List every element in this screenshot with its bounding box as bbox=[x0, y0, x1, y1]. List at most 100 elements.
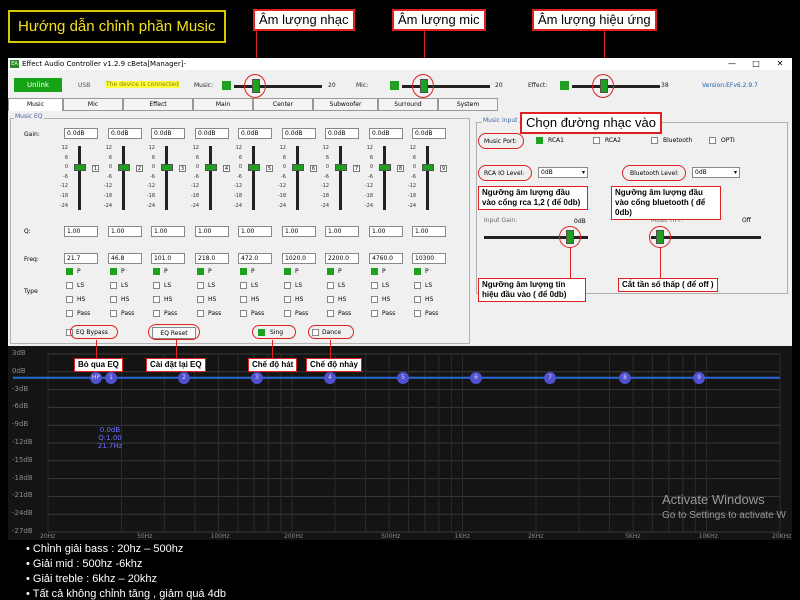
band-gain-fader-thumb[interactable] bbox=[335, 164, 347, 171]
band-q-field[interactable]: 1.00 bbox=[282, 226, 316, 237]
band-q-field[interactable]: 1.00 bbox=[238, 226, 272, 237]
tab-music[interactable]: Music bbox=[8, 98, 63, 111]
band-type-p-checkbox[interactable] bbox=[327, 268, 334, 275]
band-gain-field[interactable]: 0.0dB bbox=[64, 128, 98, 139]
band-type-p-checkbox[interactable] bbox=[110, 268, 117, 275]
tab-subwoofer[interactable]: Subwoofer bbox=[313, 98, 378, 111]
band-type-ls-checkbox[interactable] bbox=[414, 282, 421, 289]
band-q-field[interactable]: 1.00 bbox=[64, 226, 98, 237]
band-type-hs-checkbox[interactable] bbox=[240, 296, 247, 303]
unlink-button[interactable]: Unlink bbox=[14, 78, 62, 92]
eq-node-5[interactable]: 5 bbox=[397, 371, 409, 384]
band-type-ls-checkbox[interactable] bbox=[110, 282, 117, 289]
tab-system[interactable]: System bbox=[438, 98, 498, 111]
tab-mic[interactable]: Mic bbox=[63, 98, 123, 111]
band-freq-field[interactable]: 21.7 bbox=[64, 253, 98, 264]
band-type-pass-checkbox[interactable] bbox=[66, 310, 73, 317]
band-type-ls-checkbox[interactable] bbox=[153, 282, 160, 289]
band-type-ls-checkbox[interactable] bbox=[327, 282, 334, 289]
port-rca1-checkbox[interactable] bbox=[536, 137, 543, 144]
band-q-field[interactable]: 1.00 bbox=[195, 226, 229, 237]
band-type-p-checkbox[interactable] bbox=[240, 268, 247, 275]
band-gain-field[interactable]: 0.0dB bbox=[325, 128, 359, 139]
band-type-ls-checkbox[interactable] bbox=[284, 282, 291, 289]
band-gain-field[interactable]: 0.0dB bbox=[238, 128, 272, 139]
close-button[interactable]: ✕ bbox=[768, 58, 792, 70]
eq-node-3[interactable]: 3 bbox=[251, 371, 263, 384]
band-q-field[interactable]: 1.00 bbox=[108, 226, 142, 237]
band-gain-fader[interactable] bbox=[122, 146, 125, 210]
band-freq-field[interactable]: 4760.0 bbox=[369, 253, 403, 264]
band-gain-fader[interactable] bbox=[296, 146, 299, 210]
band-type-pass-checkbox[interactable] bbox=[110, 310, 117, 317]
band-gain-fader[interactable] bbox=[252, 146, 255, 210]
minimize-button[interactable]: — bbox=[720, 58, 744, 70]
band-gain-fader-thumb[interactable] bbox=[248, 164, 260, 171]
band-type-pass-checkbox[interactable] bbox=[371, 310, 378, 317]
band-type-p-checkbox[interactable] bbox=[284, 268, 291, 275]
band-freq-field[interactable]: 46.8 bbox=[108, 253, 142, 264]
band-type-pass-checkbox[interactable] bbox=[414, 310, 421, 317]
band-type-p-checkbox[interactable] bbox=[414, 268, 421, 275]
port-opti-checkbox[interactable] bbox=[709, 137, 716, 144]
band-type-pass-checkbox[interactable] bbox=[153, 310, 160, 317]
band-type-ls-checkbox[interactable] bbox=[66, 282, 73, 289]
band-gain-fader-thumb[interactable] bbox=[161, 164, 173, 171]
band-freq-field[interactable]: 10300 bbox=[412, 253, 446, 264]
eq-node-6[interactable]: 6 bbox=[470, 371, 482, 384]
band-type-hs-checkbox[interactable] bbox=[284, 296, 291, 303]
band-gain-fader[interactable] bbox=[165, 146, 168, 210]
band-type-p-checkbox[interactable] bbox=[153, 268, 160, 275]
band-gain-fader-thumb[interactable] bbox=[379, 164, 391, 171]
band-type-hs-checkbox[interactable] bbox=[66, 296, 73, 303]
band-type-p-checkbox[interactable] bbox=[371, 268, 378, 275]
band-type-hs-checkbox[interactable] bbox=[197, 296, 204, 303]
band-type-p-checkbox[interactable] bbox=[197, 268, 204, 275]
band-gain-fader-thumb[interactable] bbox=[74, 164, 86, 171]
band-freq-field[interactable]: 2200.0 bbox=[325, 253, 359, 264]
band-gain-field[interactable]: 0.0dB bbox=[369, 128, 403, 139]
port-bluetooth-checkbox[interactable] bbox=[651, 137, 658, 144]
band-type-pass-checkbox[interactable] bbox=[197, 310, 204, 317]
band-type-ls-checkbox[interactable] bbox=[197, 282, 204, 289]
band-type-hs-checkbox[interactable] bbox=[110, 296, 117, 303]
tab-surround[interactable]: Surround bbox=[378, 98, 438, 111]
band-type-ls-checkbox[interactable] bbox=[240, 282, 247, 289]
band-gain-field[interactable]: 0.0dB bbox=[282, 128, 316, 139]
band-gain-field[interactable]: 0.0dB bbox=[151, 128, 185, 139]
band-type-hs-checkbox[interactable] bbox=[371, 296, 378, 303]
eq-node-hp[interactable]: HP bbox=[90, 371, 102, 384]
tab-main[interactable]: Main bbox=[193, 98, 253, 111]
band-gain-fader-thumb[interactable] bbox=[422, 164, 434, 171]
port-rca2-checkbox[interactable] bbox=[593, 137, 600, 144]
band-gain-fader-thumb[interactable] bbox=[292, 164, 304, 171]
band-gain-fader-thumb[interactable] bbox=[118, 164, 130, 171]
tab-effect[interactable]: Effect bbox=[123, 98, 193, 111]
band-type-pass-checkbox[interactable] bbox=[240, 310, 247, 317]
band-q-field[interactable]: 1.00 bbox=[369, 226, 403, 237]
rca-level-select[interactable]: 0dB ▾ bbox=[538, 167, 588, 178]
band-freq-field[interactable]: 218.0 bbox=[195, 253, 229, 264]
band-freq-field[interactable]: 472.0 bbox=[238, 253, 272, 264]
band-freq-field[interactable]: 101.0 bbox=[151, 253, 185, 264]
eq-response-graph[interactable]: 3dB 0dB -3dB -6dB -9dB -12dB -15dB -18dB -21dB -2… bbox=[8, 346, 792, 540]
band-q-field[interactable]: 1.00 bbox=[325, 226, 359, 237]
band-type-hs-checkbox[interactable] bbox=[414, 296, 421, 303]
band-gain-fader[interactable] bbox=[339, 146, 342, 210]
band-q-field[interactable]: 1.00 bbox=[412, 226, 446, 237]
band-type-p-checkbox[interactable] bbox=[66, 268, 73, 275]
band-type-pass-checkbox[interactable] bbox=[284, 310, 291, 317]
eq-node-9[interactable]: 9 bbox=[693, 371, 705, 384]
band-type-hs-checkbox[interactable] bbox=[327, 296, 334, 303]
eq-node-1[interactable]: 1 bbox=[105, 371, 117, 384]
tab-center[interactable]: Center bbox=[253, 98, 313, 111]
band-freq-field[interactable]: 1020.0 bbox=[282, 253, 316, 264]
eq-node-7[interactable]: 7 bbox=[544, 371, 556, 384]
eq-node-8[interactable]: 8 bbox=[619, 371, 631, 384]
band-type-ls-checkbox[interactable] bbox=[371, 282, 378, 289]
effect-volume-slider[interactable] bbox=[572, 85, 660, 88]
eq-node-4[interactable]: 4 bbox=[324, 371, 336, 384]
eq-node-2[interactable]: 2 bbox=[178, 371, 190, 384]
band-type-hs-checkbox[interactable] bbox=[153, 296, 160, 303]
band-gain-fader[interactable] bbox=[209, 146, 212, 210]
